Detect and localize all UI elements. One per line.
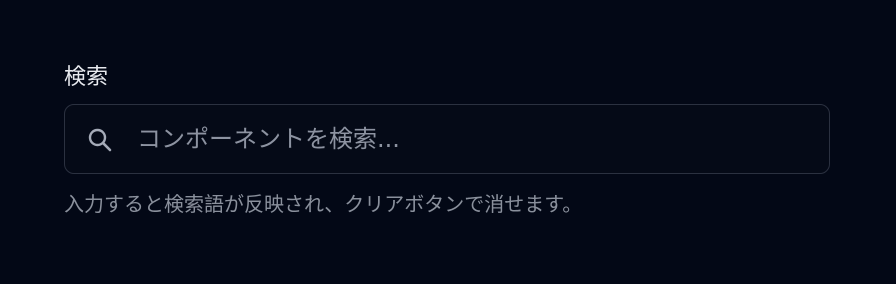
search-input[interactable]: [137, 105, 807, 173]
search-field: 検索 入力すると検索語が反映され、クリアボタンで消せます。: [64, 62, 832, 216]
search-label: 検索: [64, 65, 109, 90]
search-hint: 入力すると検索語が反映され、クリアボタンで消せます。: [64, 192, 583, 216]
search-input-container[interactable]: [64, 104, 830, 174]
search-icon: [88, 128, 112, 152]
